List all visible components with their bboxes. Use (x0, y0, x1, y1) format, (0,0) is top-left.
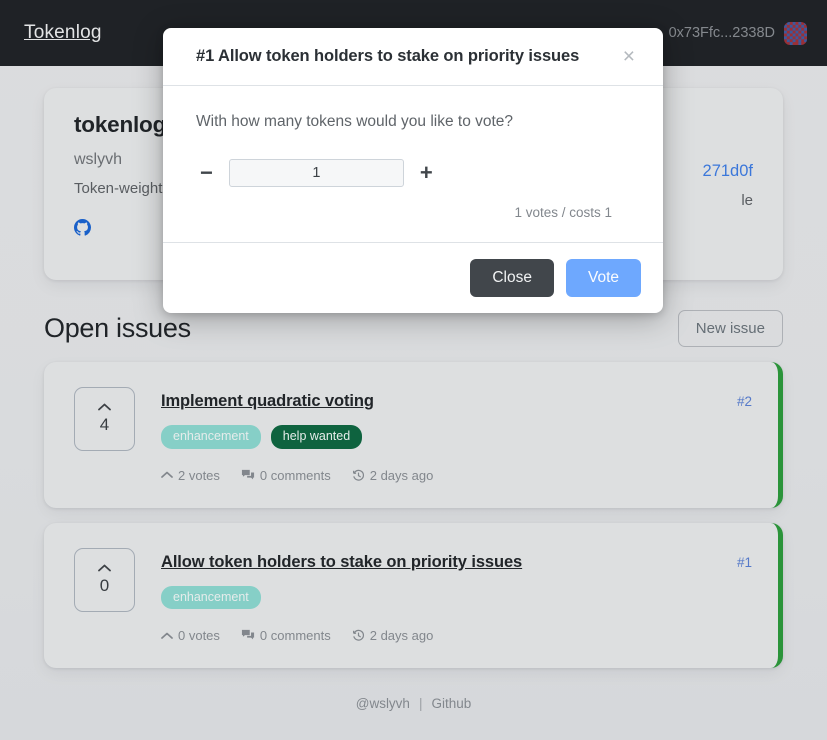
footer-separator: | (418, 696, 423, 712)
issue-card[interactable]: 0 Allow token holders to stake on priori… (44, 522, 783, 669)
vote-button[interactable]: 0 (74, 547, 135, 612)
contract-subtext: le (741, 192, 753, 209)
wallet-address: 0x73Ffc...2338D (668, 25, 775, 41)
issue-number[interactable]: #1 (725, 555, 752, 570)
increment-button[interactable]: + (416, 162, 437, 184)
comments-count-text: 0 comments (259, 628, 331, 644)
token-quantity-stepper: − + (196, 159, 630, 187)
page-footer: @wslyvh | Github (44, 696, 783, 711)
contract-address-link[interactable]: 271d0f (703, 162, 753, 181)
wallet-button[interactable]: 0x73Ffc...2338D (668, 21, 807, 45)
modal-header: #1 Allow token holders to stake on prior… (163, 28, 663, 86)
chevron-up-icon (161, 471, 173, 479)
issue-body: Allow token holders to stake on priority… (135, 548, 752, 643)
issue-meta: 0 votes 0 comments 2 days ago (161, 628, 752, 643)
github-icon[interactable] (74, 219, 91, 236)
vote-cost-note: 1 votes / costs 1 (514, 205, 612, 220)
close-icon[interactable]: × (617, 44, 641, 69)
issue-labels: enhancement help wanted (161, 425, 752, 449)
repo-contract-block: 271d0f le (703, 162, 753, 209)
chevron-up-icon (161, 632, 173, 640)
open-issues-header: Open issues New issue (44, 310, 783, 347)
label-badge[interactable]: enhancement (161, 585, 261, 610)
comments-count-text: 0 comments (259, 467, 331, 483)
comments-meta: 0 comments (241, 628, 331, 643)
age-text: 2 days ago (369, 467, 434, 483)
history-clock-icon (352, 629, 365, 642)
comments-icon (241, 629, 255, 642)
close-button[interactable]: Close (470, 259, 554, 297)
decrement-button[interactable]: − (196, 162, 217, 184)
history-clock-icon (352, 469, 365, 482)
identicon-avatar (784, 21, 807, 45)
vote-count: 0 (99, 575, 110, 595)
votes-meta: 2 votes (161, 468, 220, 483)
chevron-up-icon (98, 403, 111, 411)
footer-github-link[interactable]: Github (431, 696, 471, 711)
issue-meta: 2 votes 0 comments 2 days ago (161, 468, 752, 483)
modal-title: #1 Allow token holders to stake on prior… (196, 47, 580, 65)
label-badge[interactable]: enhancement (161, 425, 261, 449)
comments-meta: 0 comments (241, 468, 331, 483)
age-meta: 2 days ago (352, 467, 434, 483)
vote-count: 4 (99, 415, 110, 434)
label-badge[interactable]: help wanted (270, 425, 363, 449)
page-title: Open issues (44, 313, 191, 343)
quantity-input[interactable] (228, 159, 404, 187)
issue-number[interactable]: #2 (725, 394, 752, 409)
app-root: Tokenlog 0x73Ffc...2338D tokenlog wslyvh… (0, 0, 827, 740)
comments-icon (241, 469, 255, 482)
issue-labels: enhancement (161, 585, 752, 610)
issue-body: Implement quadratic voting #2 enhancemen… (135, 387, 752, 483)
votes-meta: 0 votes (161, 628, 220, 643)
age-text: 2 days ago (369, 628, 434, 644)
votes-count-text: 2 votes (178, 467, 220, 483)
vote-button[interactable]: 4 (74, 387, 135, 451)
modal-footer: Close Vote (163, 242, 663, 313)
modal-question-label: With how many tokens would you like to v… (196, 113, 514, 130)
issue-title[interactable]: Allow token holders to stake on priority… (161, 553, 522, 572)
chevron-up-icon (98, 564, 111, 572)
votes-count-text: 0 votes (178, 628, 220, 644)
brand-logo[interactable]: Tokenlog (24, 22, 102, 44)
issue-title-row: Allow token holders to stake on priority… (161, 553, 752, 572)
modal-body: With how many tokens would you like to v… (163, 86, 663, 242)
issue-title[interactable]: Implement quadratic voting (161, 392, 374, 411)
footer-handle-link[interactable]: @wslyvh (356, 696, 410, 711)
issue-card[interactable]: 4 Implement quadratic voting #2 enhancem… (44, 362, 783, 508)
age-meta: 2 days ago (352, 628, 434, 644)
vote-modal: #1 Allow token holders to stake on prior… (163, 28, 663, 313)
new-issue-button[interactable]: New issue (677, 310, 783, 347)
issue-title-row: Implement quadratic voting #2 (161, 392, 752, 411)
vote-submit-button[interactable]: Vote (565, 259, 641, 297)
